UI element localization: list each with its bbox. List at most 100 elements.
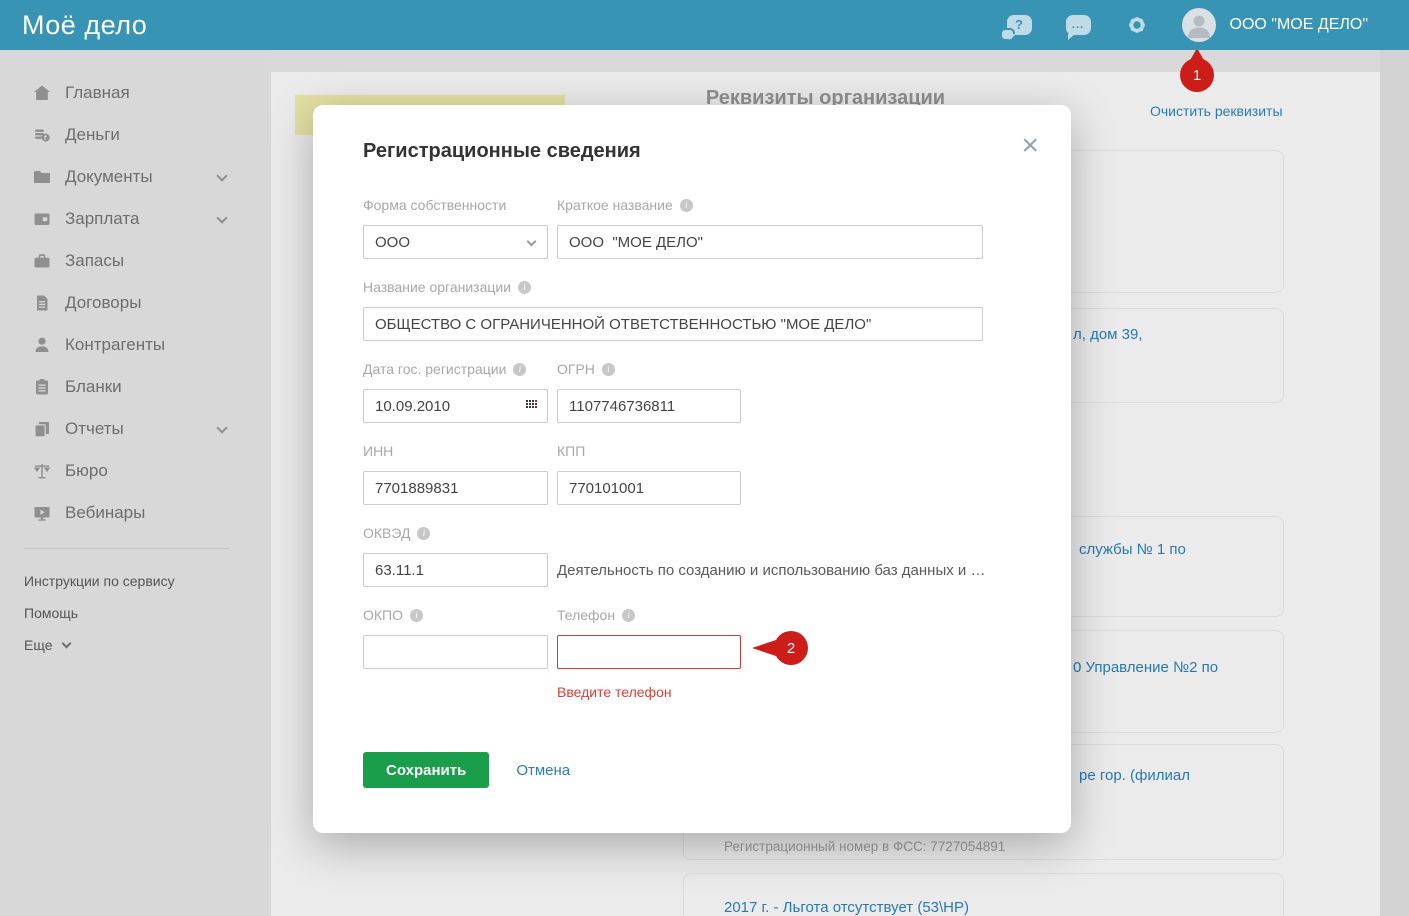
pfr-link[interactable]: 0 Управление №2 по bbox=[1073, 659, 1218, 676]
scales-icon bbox=[32, 461, 52, 481]
sidebar-item-contracts[interactable]: Договоры bbox=[0, 282, 271, 324]
clipboard-icon bbox=[32, 377, 52, 397]
kpp-label: КПП bbox=[557, 443, 586, 459]
info-icon[interactable] bbox=[410, 608, 423, 622]
okved-input[interactable] bbox=[363, 553, 548, 587]
step-marker-1: 1 bbox=[1180, 48, 1214, 92]
reg-date-input[interactable] bbox=[363, 389, 548, 423]
calendar-icon[interactable] bbox=[526, 400, 539, 418]
webinar-icon bbox=[32, 503, 52, 523]
sidebar-item-documents[interactable]: Документы bbox=[0, 156, 271, 198]
benefit-card: 2017 г. - Льгота отсутствует (53\НР) bbox=[683, 873, 1284, 916]
person-silhouette-icon bbox=[1187, 15, 1210, 38]
fss-reg-number: Регистрационный номер в ФСС: 7727054891 bbox=[724, 839, 1006, 854]
ownership-shortname-row: Форма собственности Краткое название ООО bbox=[363, 197, 1021, 259]
sidebar-item-salary[interactable]: Зарплата bbox=[0, 198, 271, 240]
info-icon[interactable] bbox=[622, 608, 636, 622]
sidebar-divider bbox=[24, 548, 229, 549]
step-number-badge: 2 bbox=[774, 631, 808, 665]
avatar[interactable] bbox=[1181, 8, 1216, 42]
chevron-down-icon bbox=[216, 170, 228, 182]
sidebar-item-counterparties[interactable]: Контрагенты bbox=[0, 324, 271, 366]
current-company-name[interactable]: ООО "МОЕ ДЕЛО" bbox=[1230, 16, 1368, 34]
org-name-row: Название организации bbox=[363, 279, 1021, 341]
sidebar-item-money[interactable]: Деньги bbox=[0, 114, 271, 156]
okpo-phone-row: ОКПО Телефон Введите телефон bbox=[363, 607, 1021, 700]
reg-date-label: Дата гос. регистрации bbox=[363, 361, 557, 377]
app-logo[interactable]: Моё дело bbox=[22, 10, 147, 41]
ogrn-label: ОГРН bbox=[557, 361, 615, 377]
okpo-input[interactable] bbox=[363, 635, 548, 669]
sidebar-link-more[interactable]: Еще bbox=[0, 629, 271, 661]
info-icon[interactable] bbox=[513, 362, 527, 376]
gear-icon bbox=[1128, 17, 1145, 33]
top-bar: Моё дело ? ... ООО "МОЕ ДЕЛО" bbox=[0, 0, 1409, 50]
scrollbar-gutter[interactable] bbox=[1380, 50, 1409, 916]
okved-description: Деятельность по созданию и использованию… bbox=[557, 561, 987, 579]
info-icon[interactable] bbox=[601, 362, 615, 376]
kpp-input[interactable] bbox=[557, 471, 741, 505]
short-name-label: Краткое название bbox=[557, 197, 693, 213]
okved-label: ОКВЭД bbox=[363, 525, 557, 541]
chevron-down-icon bbox=[526, 236, 537, 247]
info-icon[interactable] bbox=[679, 198, 693, 212]
help-chat-icon[interactable]: ? bbox=[1001, 15, 1032, 40]
wallet-icon bbox=[32, 209, 52, 229]
org-name-label: Название организации bbox=[363, 279, 532, 295]
ogrn-input[interactable] bbox=[557, 389, 741, 423]
briefcase-icon bbox=[32, 251, 52, 271]
benefit-link[interactable]: 2017 г. - Льгота отсутствует (53\НР) bbox=[724, 899, 969, 916]
registration-info-modal: × Регистрационные сведения Форма собстве… bbox=[313, 105, 1071, 833]
settings-gear-icon[interactable] bbox=[1125, 13, 1149, 37]
regdate-ogrn-row: Дата гос. регистрации ОГРН bbox=[363, 361, 1021, 423]
cancel-link[interactable]: Отмена bbox=[516, 762, 570, 779]
inn-input[interactable] bbox=[363, 471, 548, 505]
okpo-label: ОКПО bbox=[363, 607, 557, 623]
app-root: Моё дело ? ... ООО "МОЕ ДЕЛО" Главная Де… bbox=[0, 0, 1409, 916]
dots-bubble-icon: ... bbox=[1065, 15, 1091, 40]
sidebar-link-instructions[interactable]: Инструкции по сервису bbox=[0, 565, 271, 597]
tax-office-link[interactable]: службы № 1 по bbox=[1079, 541, 1186, 558]
modal-buttons-row: Сохранить Отмена bbox=[363, 752, 1021, 788]
info-icon[interactable] bbox=[518, 280, 532, 294]
org-name-input[interactable] bbox=[363, 307, 983, 341]
home-icon bbox=[32, 83, 52, 103]
save-button[interactable]: Сохранить bbox=[363, 752, 490, 788]
chevron-down-icon bbox=[216, 422, 228, 434]
sidebar-link-help[interactable]: Помощь bbox=[0, 597, 271, 629]
sidebar-item-forms[interactable]: Бланки bbox=[0, 366, 271, 408]
fss-link[interactable]: ре гор. (филиал bbox=[1079, 767, 1190, 784]
reports-icon bbox=[32, 419, 52, 439]
info-icon[interactable] bbox=[417, 526, 431, 540]
contract-icon bbox=[32, 293, 52, 313]
person-icon bbox=[32, 335, 52, 355]
ownership-select[interactable]: ООО bbox=[363, 225, 548, 259]
inn-label: ИНН bbox=[363, 443, 394, 459]
marker-tail-left bbox=[752, 640, 776, 656]
short-name-input[interactable] bbox=[557, 225, 983, 259]
sidebar-item-reports[interactable]: Отчеты bbox=[0, 408, 271, 450]
sidebar: Главная Деньги Документы Зарплата Запасы… bbox=[0, 50, 271, 916]
phone-error-message: Введите телефон bbox=[557, 684, 672, 700]
phone-input[interactable] bbox=[557, 635, 741, 669]
address-link[interactable]: л, дом 39, bbox=[1073, 326, 1143, 343]
okved-row: ОКВЭД Деятельность по созданию и использ… bbox=[363, 525, 1021, 587]
sidebar-item-home[interactable]: Главная bbox=[0, 72, 271, 114]
chevron-down-icon bbox=[61, 638, 71, 648]
marker-tail-up bbox=[1188, 48, 1206, 64]
chevron-down-icon bbox=[216, 212, 228, 224]
question-bubble-icon: ? bbox=[1001, 15, 1032, 40]
modal-title: Регистрационные сведения bbox=[363, 140, 641, 162]
phone-label: Телефон bbox=[557, 607, 636, 623]
close-icon[interactable]: × bbox=[1021, 131, 1039, 161]
inn-kpp-row: ИНН КПП bbox=[363, 443, 1021, 505]
sidebar-item-webinars[interactable]: Вебинары bbox=[0, 492, 271, 534]
messages-icon[interactable]: ... bbox=[1065, 15, 1091, 40]
ownership-label: Форма собственности bbox=[363, 197, 507, 213]
clear-requisites-link[interactable]: Очистить реквизиты bbox=[1150, 103, 1283, 119]
step-marker-2: 2 bbox=[752, 631, 808, 665]
money-icon bbox=[32, 125, 52, 145]
folder-icon bbox=[32, 167, 52, 187]
sidebar-item-stock[interactable]: Запасы bbox=[0, 240, 271, 282]
sidebar-item-bureau[interactable]: Бюро bbox=[0, 450, 271, 492]
